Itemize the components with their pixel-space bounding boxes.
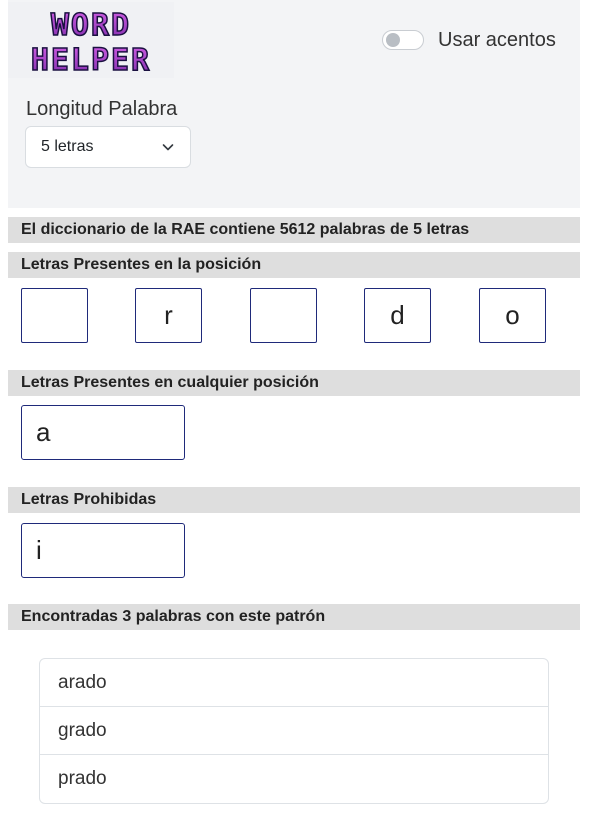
dictionary-info: El diccionario de la RAE contiene 5612 p…: [8, 217, 580, 243]
results-list: arado grado prado: [39, 658, 549, 804]
positions-heading: Letras Presentes en la posición: [8, 252, 580, 278]
any-position-heading: Letras Presentes en cualquier posición: [8, 370, 580, 396]
position-input-4[interactable]: d: [364, 288, 431, 343]
forbidden-input[interactable]: i: [21, 523, 185, 578]
position-input-1[interactable]: [21, 288, 88, 343]
toggle-switch[interactable]: [382, 30, 424, 50]
logo-line-1: WORD: [51, 8, 131, 43]
toggle-knob: [386, 33, 400, 47]
accent-toggle-label: Usar acentos: [438, 28, 556, 51]
any-position-input[interactable]: a: [21, 405, 185, 460]
position-input-5[interactable]: o: [479, 288, 546, 343]
forbidden-heading: Letras Prohibidas: [8, 487, 580, 513]
length-select-value: 5 letras: [41, 138, 94, 155]
position-input-2[interactable]: r: [135, 288, 202, 343]
list-item[interactable]: grado: [40, 707, 548, 755]
list-item[interactable]: prado: [40, 755, 548, 803]
list-item[interactable]: arado: [40, 659, 548, 707]
length-label: Longitud Palabra: [26, 98, 178, 120]
logo-line-2: HELPER: [31, 43, 151, 78]
chevron-down-icon: [162, 144, 174, 151]
accent-toggle[interactable]: Usar acentos: [382, 28, 556, 52]
results-heading: Encontradas 3 palabras con este patrón: [8, 604, 580, 630]
position-input-3[interactable]: [250, 288, 317, 343]
length-select[interactable]: 5 letras: [25, 126, 191, 168]
word-helper-logo: WORD HELPER: [8, 2, 174, 78]
